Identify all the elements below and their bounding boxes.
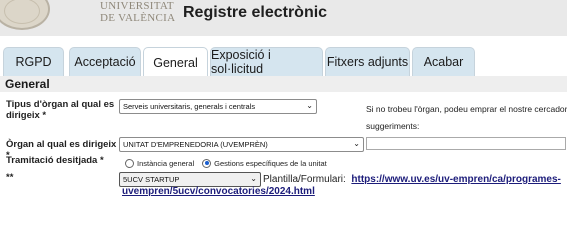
radio-gestions-especifiques-label: Gestions específiques de la unitat	[214, 158, 327, 168]
radio-gestions-especifiques[interactable]	[202, 158, 212, 168]
university-seal-icon	[0, 0, 50, 30]
tab-acceptacio[interactable]: Acceptació	[69, 47, 141, 76]
search-input[interactable]	[366, 137, 566, 150]
tab-acabar[interactable]: Acabar	[412, 47, 475, 76]
plantilla-label: Plantilla/Formulari:	[263, 174, 346, 185]
radio-instancia-general[interactable]	[125, 158, 134, 168]
extra-label: **	[6, 172, 14, 183]
gestio-select[interactable]: 5UCV STARTUP ⌄	[119, 172, 261, 187]
radio-instancia-general-label: Instància general	[137, 158, 195, 168]
chevron-down-icon: ⌄	[353, 139, 360, 148]
tab-general[interactable]: General	[143, 47, 208, 77]
tab-fitxers-adjunts[interactable]: Fitxers adjunts	[325, 47, 410, 76]
tab-bar: RGPD Acceptació General Exposició i sol·…	[0, 47, 567, 77]
plantilla-link-row: uvempren/5ucv/convocatories/2024.html	[122, 186, 315, 197]
university-name-line2: DE VALÈNCIA	[100, 12, 176, 24]
organ-value: UNITAT D'EMPRENEDORIA (UVEMPRÈN)	[123, 140, 268, 149]
tipus-organ-select[interactable]: Serveis universitaris, generals i centra…	[119, 99, 317, 114]
organ-select[interactable]: UNITAT D'EMPRENEDORIA (UVEMPRÈN) ⌄	[119, 137, 364, 152]
plantilla-row: Plantilla/Formulari: https://www.uv.es/u…	[263, 174, 561, 185]
suggestions-label: suggeriments:	[366, 121, 420, 131]
tipus-organ-value: Serveis universitaris, generals i centra…	[123, 102, 256, 111]
tab-exposicio-sollicitud[interactable]: Exposició i sol·licitud	[210, 47, 323, 76]
section-header: General	[0, 76, 567, 92]
section-title: General	[5, 77, 50, 91]
university-name-line1: UNIVERSITAT	[100, 0, 174, 12]
chevron-down-icon: ⌄	[250, 174, 257, 183]
chevron-down-icon: ⌄	[306, 101, 313, 110]
tab-rgpd[interactable]: RGPD	[3, 47, 64, 76]
tramitacio-radio-group: Instància general Gestions específiques …	[125, 157, 335, 169]
tipus-organ-label: Tipus d'òrgan al qual es dirigeix *	[6, 99, 115, 121]
page-title: Registre electrònic	[183, 4, 328, 21]
gestio-value: 5UCV STARTUP	[123, 175, 180, 184]
plantilla-link-part1[interactable]: https://www.uv.es/uv-empren/ca/programes…	[351, 174, 561, 185]
app-header: UNIVERSITAT DE VALÈNCIA Registre electrò…	[0, 0, 567, 36]
search-note: Si no trobeu l'òrgan, podeu emprar el no…	[366, 104, 567, 114]
tramitacio-label: Tramitació desitjada *	[6, 155, 104, 166]
plantilla-link-part2[interactable]: uvempren/5ucv/convocatories/2024.html	[122, 186, 315, 197]
